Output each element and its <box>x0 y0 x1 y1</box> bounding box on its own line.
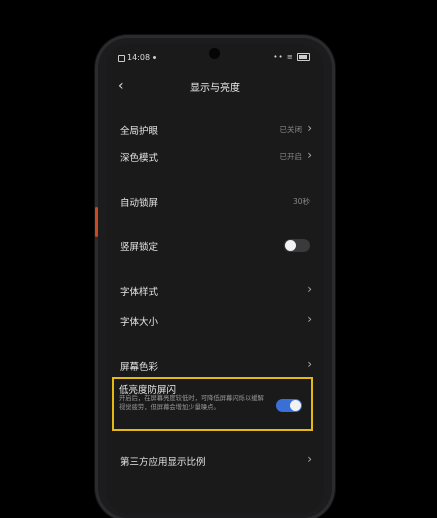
chevron-right-icon: › <box>307 452 312 466</box>
setting-label: 自动锁屏 <box>120 198 159 209</box>
chevron-right-icon: › <box>307 312 312 326</box>
setting-label: 字体大小 <box>120 317 159 328</box>
signal-wifi-icon: •• ≡ <box>273 53 294 61</box>
setting-auto-lock[interactable]: 自动锁屏 30秒 <box>106 188 324 214</box>
status-bar: 14:08 •• ≡ <box>106 44 324 66</box>
setting-label: 屏幕色彩 <box>120 362 159 373</box>
chevron-right-icon: › <box>307 282 312 296</box>
setting-value: 30秒 <box>292 197 310 206</box>
setting-description: 开启后，在屏幕亮度较低时，可降低屏幕闪烁以缓解视觉疲劳，但屏幕会增加少量噪点。 <box>119 395 264 411</box>
setting-dark-mode[interactable]: 深色模式 已开启 › <box>106 143 324 169</box>
status-icons: •• ≡ <box>273 53 310 61</box>
setting-label: 字体样式 <box>120 287 159 298</box>
page-title: 显示与亮度 <box>190 83 240 94</box>
portrait-lock-toggle[interactable] <box>284 239 310 252</box>
setting-eye-care[interactable]: 全局护眼 已关闭 › <box>106 116 324 142</box>
setting-screen-color[interactable]: 屏幕色彩 › <box>106 352 324 378</box>
page-header: ‹ 显示与亮度 <box>106 74 324 98</box>
setting-value: 已关闭 <box>279 125 303 134</box>
setting-dc-dimming: 低亮度防屏闪 开启后，在屏幕亮度较低时，可降低屏幕闪烁以缓解视觉疲劳，但屏幕会增… <box>112 377 313 431</box>
setting-label: 深色模式 <box>120 153 159 164</box>
chevron-right-icon: › <box>307 121 312 135</box>
setting-portrait-lock: 竖屏锁定 <box>106 232 324 258</box>
lock-icon <box>118 55 125 62</box>
battery-icon <box>297 53 310 61</box>
toggle-knob <box>285 240 296 251</box>
dc-dimming-toggle[interactable] <box>276 399 302 412</box>
setting-font-size[interactable]: 字体大小 › <box>106 307 324 333</box>
chevron-right-icon: › <box>307 148 312 162</box>
setting-font-style[interactable]: 字体样式 › <box>106 277 324 303</box>
status-time: 14:08 <box>127 53 151 62</box>
setting-label: 第三方应用显示比例 <box>120 457 206 468</box>
notification-dot-icon <box>153 56 156 59</box>
side-button <box>95 207 98 237</box>
phone-screen: 14:08 •• ≡ ‹ 显示与亮度 全局护眼 已关闭 › 深色模式 已开启 ›… <box>106 44 324 514</box>
setting-label: 全局护眼 <box>120 126 159 137</box>
chevron-right-icon: › <box>307 357 312 371</box>
setting-label: 竖屏锁定 <box>120 242 159 253</box>
setting-value: 已开启 <box>279 152 303 161</box>
setting-third-party-ratio[interactable]: 第三方应用显示比例 › <box>106 447 324 473</box>
toggle-knob <box>290 400 301 411</box>
